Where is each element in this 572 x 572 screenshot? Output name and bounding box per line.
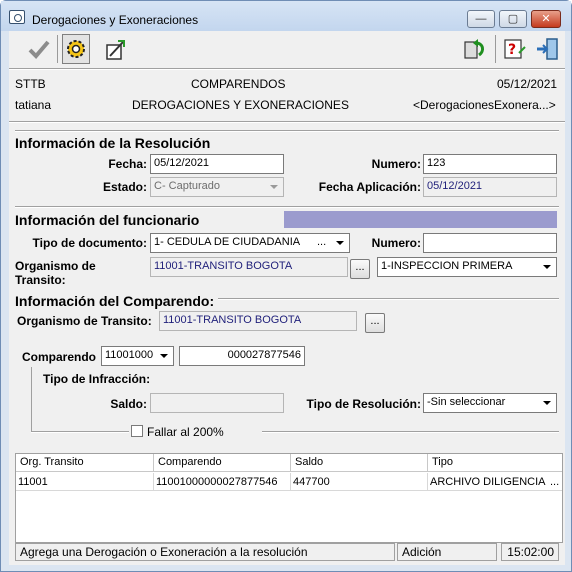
- chevron-down-icon: [160, 354, 168, 358]
- resolucion-group-line: [15, 130, 559, 132]
- help-button[interactable]: ?: [501, 34, 529, 64]
- accept-button[interactable]: [25, 34, 53, 64]
- resolucion-section-title: Información de la Resolución: [15, 135, 215, 151]
- minimize-button[interactable]: —: [467, 10, 495, 28]
- fecha-field[interactable]: 05/12/2021: [150, 154, 284, 174]
- settings-gear-icon: [67, 40, 85, 58]
- column-header-tipo[interactable]: Tipo: [428, 454, 562, 472]
- tipo-resolucion-select[interactable]: -Sin seleccionar: [423, 393, 557, 413]
- organismo-comparendo-field: 11001-TRANSITO BOGOTA: [159, 311, 357, 331]
- comparendo-prefix-select[interactable]: 11001000: [101, 346, 174, 366]
- tipo-resolucion-value: -Sin seleccionar: [427, 396, 506, 408]
- header-date: 05/12/2021: [497, 77, 558, 91]
- tipo-documento-label: Tipo de documento:: [32, 236, 147, 250]
- fallar-200-label: Fallar al 200%: [147, 425, 224, 439]
- saldo-label: Saldo:: [110, 397, 147, 411]
- organismo-funcionario-browse-button[interactable]: ...: [350, 259, 370, 279]
- check-icon: [28, 40, 50, 59]
- cell-tipo: ARCHIVO DILIGENCIAS: [428, 473, 546, 491]
- tipo-documento-value: 1- CEDULA DE CIUDADANIA: [154, 236, 301, 248]
- comparendo-section-title: Información del Comparendo:: [15, 293, 219, 309]
- app-window: Derogaciones y Exoneraciones — ▢ ✕ ? STT…: [0, 0, 572, 572]
- svg-text:?: ?: [508, 42, 516, 58]
- comparendo-number-field[interactable]: 000027877546: [179, 346, 305, 366]
- back-button[interactable]: [461, 34, 489, 64]
- numero-documento-label: Numero:: [371, 236, 421, 250]
- cell-saldo: 447700: [291, 473, 428, 491]
- infraccion-group-bottom-right: [262, 431, 559, 433]
- exit-door-icon: [537, 38, 558, 60]
- organismo-funcionario-field: 11001-TRANSITO BOGOTA: [150, 257, 348, 277]
- fecha-aplicacion-label: Fecha Aplicación:: [318, 180, 421, 194]
- header-screen: DEROGACIONES Y EXONERACIONES: [132, 98, 349, 112]
- column-header-comparendo[interactable]: Comparendo: [154, 454, 291, 472]
- close-button[interactable]: ✕: [531, 10, 561, 28]
- saldo-field: [150, 393, 284, 413]
- inspeccion-value: 1-INSPECCION PRIMERA: [381, 260, 513, 272]
- export-button[interactable]: [102, 34, 130, 64]
- infraccion-group-line: [31, 367, 32, 431]
- header-user: tatiana: [15, 98, 52, 112]
- column-header-org-transito[interactable]: Org. Transito: [16, 454, 154, 472]
- status-time: 15:02:00: [501, 543, 559, 561]
- chevron-down-icon: [336, 241, 344, 245]
- funcionario-name-bar: [284, 211, 557, 228]
- tipo-infraccion-label: Tipo de Infracción:: [43, 372, 151, 386]
- back-icon: [464, 39, 485, 59]
- tipo-resolucion-label: Tipo de Resolución:: [306, 397, 421, 411]
- header-module: COMPARENDOS: [191, 77, 286, 91]
- window-title: Derogaciones y Exoneraciones: [32, 13, 199, 27]
- funcionario-group-line: [15, 206, 559, 208]
- organismo-funcionario-label: Organismo de Transito:: [15, 259, 96, 287]
- numero-documento-field[interactable]: [423, 233, 557, 253]
- fecha-label: Fecha:: [108, 157, 147, 171]
- cell-tipo-more-button[interactable]: ...: [546, 473, 562, 491]
- infraccion-group-bottom-left: [31, 431, 129, 433]
- status-mode: Adición: [397, 543, 497, 561]
- chevron-down-icon: [543, 265, 551, 269]
- help-icon: ?: [504, 39, 526, 59]
- comparendo-label: Comparendo: [22, 350, 97, 364]
- fallar-200-checkbox[interactable]: [131, 425, 143, 437]
- tipo-documento-more: ...: [317, 236, 327, 248]
- header-form: <DerogacionesExonera...>: [413, 98, 556, 112]
- status-message: Agrega una Derogación o Exoneración a la…: [15, 543, 395, 561]
- chevron-down-icon: [270, 185, 278, 189]
- app-shield-icon: [9, 10, 25, 24]
- cell-comparendo: 11001000000027877546: [154, 473, 291, 491]
- estado-value: C- Capturado: [154, 180, 221, 192]
- column-header-saldo[interactable]: Saldo: [291, 454, 428, 472]
- inspeccion-select[interactable]: 1-INSPECCION PRIMERA: [377, 257, 557, 277]
- main-content: ? STTB COMPARENDOS 05/12/2021 tatiana DE…: [9, 31, 565, 565]
- comparendo-prefix-value: 11001000: [105, 349, 154, 361]
- organismo-comparendo-browse-button[interactable]: ...: [365, 313, 385, 333]
- tipo-documento-select[interactable]: 1- CEDULA DE CIUDADANIA ...: [150, 233, 350, 253]
- header-app: STTB: [15, 77, 46, 91]
- cell-org-transito: 11001: [16, 473, 154, 491]
- process-button[interactable]: [62, 34, 90, 64]
- estado-label: Estado:: [102, 180, 147, 194]
- funcionario-section-title: Información del funcionario: [15, 212, 204, 228]
- toolbar-separator: [495, 35, 496, 63]
- numero-resolucion-label: Numero:: [371, 157, 421, 171]
- maximize-button[interactable]: ▢: [499, 10, 527, 28]
- estado-select[interactable]: C- Capturado: [150, 177, 284, 197]
- toolbar-divider-highlight: [9, 69, 565, 70]
- organismo-comparendo-label: Organismo de Transito:: [17, 314, 152, 328]
- exit-button[interactable]: [533, 34, 561, 64]
- header-divider-highlight: [9, 122, 565, 123]
- title-bar: Derogaciones y Exoneraciones — ▢ ✕: [1, 1, 571, 31]
- toolbar-separator: [57, 35, 58, 63]
- numero-resolucion-field[interactable]: 123: [423, 154, 557, 174]
- fecha-aplicacion-field: 05/12/2021: [423, 177, 557, 197]
- comparendos-table[interactable]: Org. Transito Comparendo Saldo Tipo 1100…: [15, 453, 563, 543]
- chevron-down-icon: [543, 401, 551, 405]
- export-edit-icon: [106, 40, 125, 60]
